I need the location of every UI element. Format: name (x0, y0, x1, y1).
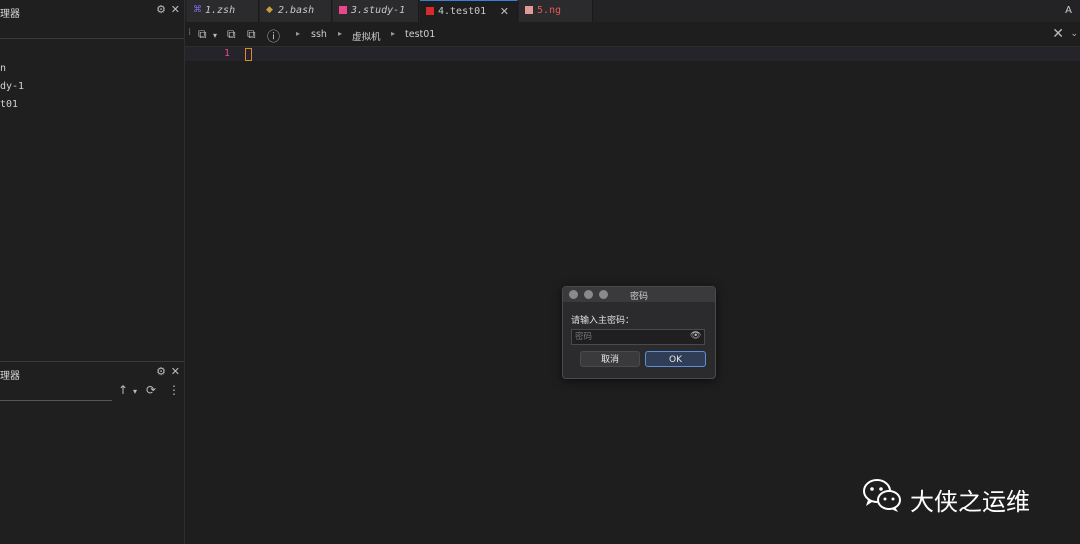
tab-label: 2.bash (278, 5, 315, 16)
tab-label: 5.ng (537, 5, 562, 16)
drag-handle-icon[interactable]: ⁞ (188, 27, 191, 38)
text-cursor (245, 48, 252, 61)
command-icon: ⌘ (193, 5, 202, 15)
split-icon[interactable]: ⧉ (247, 27, 256, 42)
toolbar: ⁞ ⧉ ▾ ⧉ ⧉ ⓘ ▸ ssh ▸ 虚拟机 ▸ test01 ✕ ⌄ (185, 24, 1080, 47)
font-toggle-button[interactable]: A (1065, 5, 1072, 16)
left-panel: 理器 ⚙ ✕ n dy-1 t01 理器 ⚙ ✕ ↑ ▾ ⟳ ⋮ (0, 0, 185, 544)
square-icon (339, 6, 347, 14)
dialog-titlebar: 密码 (563, 287, 715, 302)
new-file-icon[interactable]: ⧉ (198, 27, 207, 42)
bash-icon: ◆ (266, 5, 273, 15)
close-icon[interactable]: ✕ (171, 365, 180, 378)
square-icon (525, 6, 533, 14)
close-icon[interactable]: ✕ (1052, 26, 1064, 42)
file-manager-title: 理器 (0, 371, 20, 382)
line-number: 1 (224, 48, 231, 59)
tab-label: 4.test01 (438, 6, 487, 17)
session-manager-title: 理器 (0, 9, 20, 20)
breadcrumb-item[interactable]: 虚拟机 (352, 29, 381, 43)
chevron-right-icon: ▸ (338, 29, 343, 38)
breadcrumb-item[interactable]: test01 (405, 29, 435, 40)
session-item[interactable]: t01 (0, 99, 18, 110)
file-manager-header: 理器 ⚙ ✕ (0, 362, 184, 382)
more-icon[interactable]: ⋮ (168, 383, 180, 397)
tab-4[interactable]: 4.test01 ✕ (420, 0, 518, 22)
password-dialog: 密码 请输入主密码： 👁 取消 OK (562, 286, 716, 379)
tab-5[interactable]: 5.ng (519, 0, 593, 22)
cancel-button[interactable]: 取消 (580, 351, 640, 367)
close-icon[interactable]: ✕ (171, 3, 180, 16)
chevron-down-icon[interactable]: ▾ (133, 387, 137, 396)
path-input[interactable] (0, 400, 112, 401)
info-icon[interactable]: ⓘ (267, 26, 280, 45)
watermark: 大侠之运维 (862, 478, 1062, 516)
session-item[interactable]: n (0, 63, 6, 74)
gear-icon[interactable]: ⚙ (156, 3, 166, 16)
tab-label: 3.study-1 (351, 5, 406, 16)
square-icon (426, 7, 434, 15)
dialog-title: 密码 (629, 292, 648, 302)
breadcrumb-item[interactable]: ssh (311, 29, 327, 40)
tab-label: 1.zsh (205, 5, 236, 16)
current-line-highlight (185, 47, 1080, 61)
watermark-text: 大侠之运维 (910, 488, 1030, 516)
ok-button[interactable]: OK (645, 351, 706, 367)
new-window-icon[interactable]: ⧉ (227, 27, 236, 42)
divider (0, 38, 184, 39)
session-manager-header: 理器 ⚙ ✕ (0, 0, 184, 20)
tab-1[interactable]: ⌘ 1.zsh (187, 0, 259, 22)
close-icon[interactable]: ✕ (500, 5, 509, 18)
refresh-icon[interactable]: ⟳ (146, 383, 156, 397)
chevron-down-icon[interactable]: ▾ (213, 31, 217, 40)
password-input[interactable] (571, 329, 705, 345)
gear-icon[interactable]: ⚙ (156, 365, 166, 378)
tab-2[interactable]: ◆ 2.bash (260, 0, 332, 22)
dialog-prompt: 请输入主密码： (571, 316, 635, 326)
eye-icon[interactable]: 👁 (690, 331, 701, 341)
session-item[interactable]: dy-1 (0, 81, 24, 92)
chevron-down-icon[interactable]: ⌄ (1070, 29, 1078, 39)
tab-bar: ⌘ 1.zsh ◆ 2.bash 3.study-1 4.test01 ✕ 5.… (185, 0, 1080, 22)
tab-3[interactable]: 3.study-1 (333, 0, 419, 22)
wechat-icon (863, 479, 901, 512)
arrow-up-icon[interactable]: ↑ (118, 383, 128, 397)
chevron-right-icon: ▸ (296, 29, 301, 38)
chevron-right-icon: ▸ (391, 29, 396, 38)
